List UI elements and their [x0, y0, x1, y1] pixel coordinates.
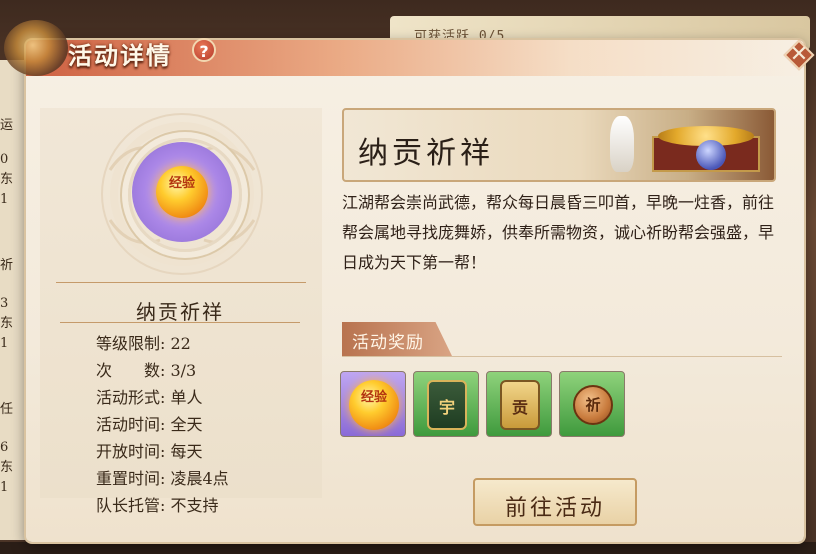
coin-icon: 祈 [573, 385, 613, 425]
bg-fragment: 东 [0, 460, 14, 475]
treasure-chest-icon [652, 118, 760, 174]
activity-description: 江湖帮会崇尚武德，帮众每日晨昏三叩首，早晚一炷香，前往帮会属地寻找庞舞娇，供奉所… [342, 193, 775, 272]
bg-fragment: 运 [0, 118, 14, 133]
info-level-limit: 等级限制: 22 [96, 334, 191, 353]
bg-fragment: 东 [0, 172, 14, 187]
rewards-header-label: 活动奖励 [352, 333, 424, 353]
bg-fragment: 0 [0, 152, 9, 167]
go-to-activity-button[interactable]: 前往活动 [473, 478, 637, 526]
go-to-activity-label: 前往活动 [504, 496, 605, 521]
bg-fragment: 祈 [0, 258, 14, 273]
bottom-bar [0, 542, 816, 554]
reward-item-scroll-token[interactable]: 宇 [413, 371, 479, 437]
divider [342, 356, 782, 357]
bg-fragment: 任 [0, 402, 14, 417]
reward-glyph: 贡 [511, 398, 528, 417]
reward-item-plaque-token[interactable]: 贡 [486, 371, 552, 437]
activity-name: 纳贡祈祥 [136, 300, 224, 324]
exp-orb-icon: 经验 [156, 166, 208, 218]
info-open-time: 开放时间: 每天 [96, 442, 203, 461]
reward-item-coin[interactable]: 祈 [559, 371, 625, 437]
dialog-title-area: 活动详情 ? [0, 18, 240, 84]
reward-glyph: 宇 [438, 398, 455, 417]
close-button[interactable]: ✕ [782, 38, 816, 72]
banner-title: 纳贡祈祥 [358, 136, 494, 171]
bg-fragment: 东 [0, 316, 14, 331]
money-bag-icon [696, 140, 726, 170]
exp-orb-icon: 经验 [349, 380, 399, 430]
plaque-token-icon: 贡 [500, 380, 540, 430]
reward-item-exp[interactable]: 经验 [340, 371, 406, 437]
divider [56, 282, 306, 283]
info-captain-auto: 队长托管: 不支持 [96, 496, 219, 515]
bg-fragment: 3 [0, 296, 9, 311]
activity-banner: 纳贡祈祥 [342, 108, 776, 182]
bg-fragment: 1 [0, 192, 9, 207]
info-mode: 活动形式: 单人 [96, 388, 203, 407]
scroll-token-icon: 宇 [427, 380, 467, 430]
bg-fragment: 6 [0, 440, 9, 455]
bg-fragment: 1 [0, 480, 9, 495]
divider [60, 322, 300, 323]
info-times: 次 数: 3/3 [96, 361, 197, 380]
dialog-title: 活动详情 [68, 41, 172, 70]
exp-orb-text: 经验 [168, 176, 195, 191]
info-activity-time: 活动时间: 全天 [96, 415, 203, 434]
close-icon: ✕ [789, 42, 809, 67]
info-reset-time: 重置时间: 凌晨4点 [96, 469, 229, 488]
rewards-header: 活动奖励 [342, 322, 452, 356]
reward-glyph: 祈 [585, 396, 601, 414]
bg-fragment: 1 [0, 336, 9, 351]
help-button[interactable]: ? [192, 38, 216, 62]
dragon-emblem-icon [4, 20, 68, 76]
vase-icon [610, 116, 634, 172]
reward-glyph: 经验 [360, 390, 387, 405]
